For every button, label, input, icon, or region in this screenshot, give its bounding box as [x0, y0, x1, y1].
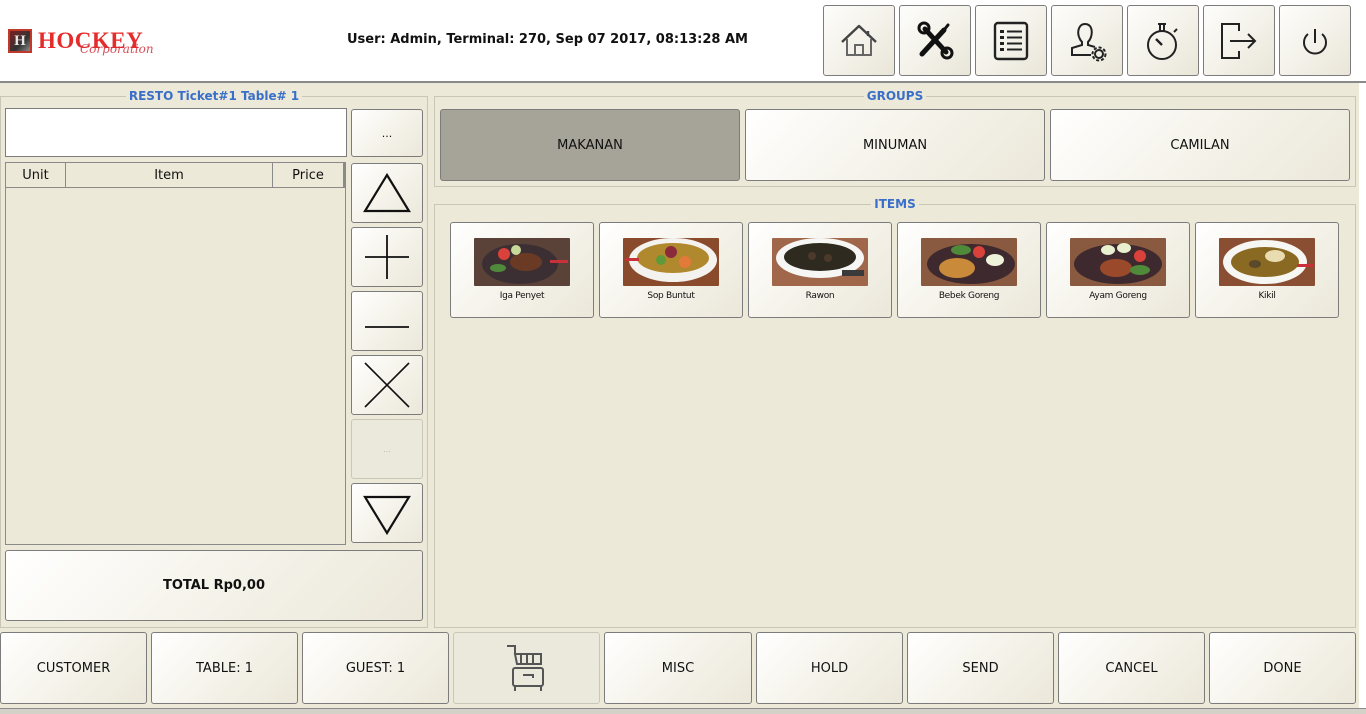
item-rawon[interactable]: Rawon	[748, 222, 892, 318]
column-item[interactable]: Item	[66, 163, 273, 187]
item-label: Iga Penyet	[499, 291, 545, 301]
cancel-button[interactable]: CANCEL	[1058, 632, 1205, 704]
more-options-button[interactable]: ...	[351, 419, 423, 479]
logo-mark: H	[8, 29, 32, 53]
item-ayam-goreng[interactable]: Ayam Goreng	[1046, 222, 1190, 318]
column-unit[interactable]: Unit	[6, 163, 66, 187]
group-makanan[interactable]: MAKANAN	[440, 109, 740, 181]
power-icon	[1303, 28, 1327, 54]
logo-tagline: Corporation	[80, 42, 154, 56]
add-qty-button[interactable]	[351, 227, 423, 287]
item-image	[623, 238, 719, 286]
item-label: Sop Buntut	[647, 291, 695, 301]
grid-header: Unit Item Price	[6, 163, 345, 188]
cart-icon	[506, 645, 544, 691]
item-image	[772, 238, 868, 286]
item-image	[474, 238, 570, 286]
hold-button[interactable]: HOLD	[756, 632, 903, 704]
tools-icon	[917, 21, 954, 59]
delete-item-button[interactable]	[351, 355, 423, 415]
triangle-down-icon	[363, 495, 411, 536]
plus-icon	[365, 235, 409, 279]
header-bar: H HOCKEY Corporation User: Admin, Termin…	[0, 0, 1366, 83]
user-gear-icon	[1071, 22, 1107, 61]
window-edge	[1359, 83, 1366, 708]
session-status: User: Admin, Terminal: 270, Sep 07 2017,…	[347, 32, 748, 47]
scroll-down-button[interactable]	[351, 483, 423, 543]
group-minuman[interactable]: MINUMAN	[745, 109, 1045, 181]
item-label: Kikil	[1258, 291, 1276, 301]
item-label: Rawon	[805, 291, 835, 301]
misc-button[interactable]: MISC	[604, 632, 752, 704]
power-button[interactable]	[1279, 5, 1351, 76]
send-button[interactable]: SEND	[907, 632, 1054, 704]
company-logo: H HOCKEY Corporation	[8, 28, 154, 56]
guest-button[interactable]: GUEST: 1	[302, 632, 449, 704]
done-button[interactable]: DONE	[1209, 632, 1356, 704]
home-button[interactable]	[823, 5, 895, 76]
home-icon	[841, 24, 877, 56]
item-image	[1070, 238, 1166, 286]
cart-button[interactable]	[453, 632, 600, 704]
item-image	[1219, 238, 1315, 286]
list-icon	[993, 21, 1029, 60]
user-settings-button[interactable]	[1051, 5, 1123, 76]
pos-window: H HOCKEY Corporation User: Admin, Termin…	[0, 0, 1366, 714]
item-image	[921, 238, 1017, 286]
groups-title: GROUPS	[863, 89, 927, 103]
group-camilan[interactable]: CAMILAN	[1050, 109, 1350, 181]
ticket-input[interactable]	[5, 108, 347, 157]
logout-button[interactable]	[1203, 5, 1275, 76]
customer-button[interactable]: CUSTOMER	[0, 632, 147, 704]
remove-qty-button[interactable]	[351, 291, 423, 351]
settings-button[interactable]	[899, 5, 971, 76]
scroll-up-button[interactable]	[351, 163, 423, 223]
logout-icon	[1221, 22, 1257, 59]
column-price[interactable]: Price	[273, 163, 345, 187]
triangle-up-icon	[363, 172, 411, 213]
item-kikil[interactable]: Kikil	[1195, 222, 1339, 318]
item-label: Bebek Goreng	[938, 291, 1000, 301]
timer-button[interactable]	[1127, 5, 1199, 76]
minus-icon	[365, 326, 409, 328]
ticket-title: RESTO Ticket#1 Table# 1	[125, 89, 303, 103]
ticket-more-button[interactable]: ...	[351, 109, 423, 157]
item-bebek-goreng[interactable]: Bebek Goreng	[897, 222, 1041, 318]
table-button[interactable]: TABLE: 1	[151, 632, 298, 704]
item-label: Ayam Goreng	[1089, 291, 1147, 301]
stopwatch-icon	[1147, 22, 1178, 60]
window-bottom-edge	[0, 708, 1366, 714]
items-title: ITEMS	[871, 197, 919, 211]
x-icon	[364, 362, 410, 408]
ticket-items-grid[interactable]: Unit Item Price	[5, 162, 346, 545]
item-iga-penyet[interactable]: Iga Penyet	[450, 222, 594, 318]
orders-list-button[interactable]	[975, 5, 1047, 76]
total-display: TOTAL Rp0,00	[5, 550, 423, 621]
item-sop-buntut[interactable]: Sop Buntut	[599, 222, 743, 318]
